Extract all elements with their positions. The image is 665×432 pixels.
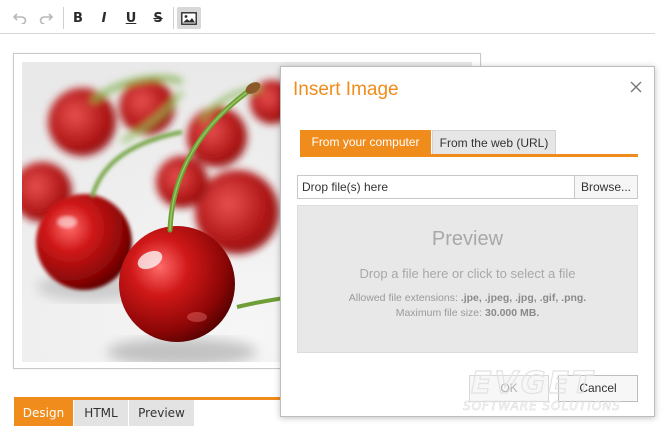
tab-from-web[interactable]: From the web (URL) (432, 130, 556, 154)
undo-button[interactable] (9, 7, 31, 29)
allowed-extensions-values: .jpe, .jpeg, .jpg, .gif, .png. (460, 292, 587, 304)
bold-button[interactable]: B (67, 7, 89, 29)
italic-button[interactable]: I (93, 7, 115, 29)
cancel-button[interactable]: Cancel (558, 375, 638, 402)
editor-toolbar: B I U S (0, 0, 655, 34)
strikethrough-button[interactable]: S (147, 7, 169, 29)
drop-files-field[interactable]: Drop file(s) here (297, 175, 575, 199)
dialog-title: Insert Image (293, 79, 399, 100)
max-file-size-value: 30.000 MB. (484, 307, 540, 319)
max-file-size-label: Maximum file size: (395, 307, 485, 319)
image-icon (181, 11, 197, 25)
undo-icon (13, 13, 27, 24)
redo-icon (39, 13, 53, 24)
tab-from-computer[interactable]: From your computer (300, 130, 431, 154)
tab-design[interactable]: Design (14, 400, 73, 426)
close-icon (630, 81, 642, 93)
browse-button[interactable]: Browse... (574, 175, 638, 199)
insert-image-dialog: Insert Image From your computer From the… (280, 66, 655, 417)
tab-html[interactable]: HTML (74, 400, 128, 426)
preview-instructions: Drop a file here or click to select a fi… (359, 266, 576, 281)
insert-image-button[interactable] (177, 7, 201, 29)
allowed-extensions: Allowed file extensions: .jpe, .jpeg, .j… (298, 292, 637, 304)
redo-button[interactable] (35, 7, 57, 29)
close-button[interactable] (628, 79, 644, 95)
file-drop-zone[interactable]: Preview Drop a file here or click to sel… (297, 205, 638, 353)
toolbar-separator (63, 7, 64, 29)
max-file-size: Maximum file size: 30.000 MB. (298, 307, 637, 319)
toolbar-separator (173, 7, 174, 29)
allowed-extensions-label: Allowed file extensions: (348, 292, 461, 304)
tab-preview[interactable]: Preview (129, 400, 194, 426)
ok-button[interactable]: OK (469, 375, 549, 402)
underline-button[interactable]: U (120, 7, 142, 29)
preview-title: Preview (431, 228, 504, 250)
tabs-accent-line (300, 154, 638, 157)
